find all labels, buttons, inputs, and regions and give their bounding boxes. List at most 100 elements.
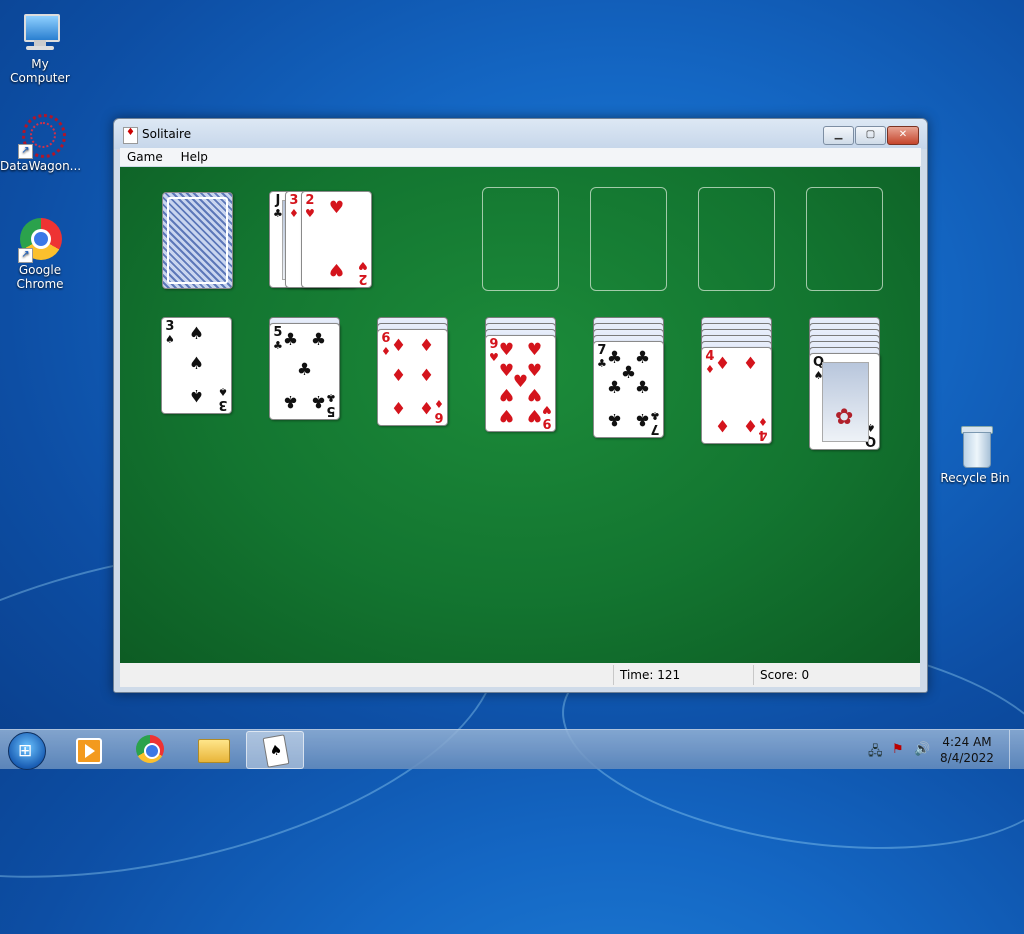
game-felt[interactable]: J♣J♣3♦3♦♦♦♦2♥2♥♥♥ 3♠3♠♠♠♠5♣5♣♣♣♣♣♣6♦6♦♦♦…: [120, 167, 920, 663]
desktop-icon-label: Google Chrome: [16, 263, 64, 291]
taskbar-app-file-explorer[interactable]: [184, 731, 240, 767]
desktop-icon-label: DataWagon...: [0, 159, 82, 173]
status-bar: Time: 121 Score: 0: [120, 663, 920, 687]
stock-pile[interactable]: [162, 192, 233, 289]
card-pip: ♥: [526, 405, 543, 425]
card-pip: ♦: [742, 354, 759, 374]
desktop-icon-my-computer[interactable]: My Computer: [0, 10, 80, 85]
card-pip: ♣: [282, 391, 299, 411]
card-corner-rank: 3 ♠: [165, 319, 175, 346]
card-pip: ♥: [328, 259, 345, 279]
title-bar[interactable]: Solitaire ▁ ▢ ✕: [114, 119, 927, 149]
card-corner-rank-inverted: 9 ♥: [542, 403, 552, 430]
waste-card[interactable]: 2 ♥ 2 ♥ ♥ ♥: [301, 191, 372, 288]
card-face-artwork: [822, 362, 869, 442]
tableau-top-card[interactable]: 5 ♣ 5 ♣ ♣ ♣ ♣ ♣ ♣: [269, 323, 340, 420]
datawagon-icon: ↗: [18, 112, 66, 159]
status-divider: [613, 665, 614, 685]
menu-help[interactable]: Help: [174, 148, 215, 166]
card-pip: ♣: [282, 330, 299, 350]
tableau-top-card[interactable]: 9 ♥ 9 ♥ ♥ ♥ ♥ ♥ ♥ ♥ ♥ ♥ ♥: [485, 335, 556, 432]
card-pip: ♥: [498, 405, 515, 425]
card-pip: ♥: [526, 384, 543, 404]
volume-icon[interactable]: 🔊: [914, 742, 930, 757]
card-pip: ♦: [714, 354, 731, 374]
card-pip: ♦: [418, 336, 435, 356]
card-corner-rank-inverted: 2 ♥: [358, 259, 368, 286]
chrome-icon: ↗: [18, 216, 62, 263]
menu-game[interactable]: Game: [120, 148, 170, 166]
solitaire-window[interactable]: Solitaire ▁ ▢ ✕ Game Help J♣J♣3♦3♦♦♦♦2♥2…: [113, 118, 928, 693]
tableau-top-card[interactable]: 6 ♦ 6 ♦ ♦ ♦ ♦ ♦ ♦ ♦: [377, 329, 448, 426]
taskbar: ⊞ ♠ 🖧 ⚑ 🔊 4:24 AM 8/4/2022: [0, 729, 1024, 770]
score-label: Score:: [760, 668, 798, 682]
status-divider: [753, 665, 754, 685]
action-center-flag-icon[interactable]: ⚑: [892, 742, 904, 757]
network-icon[interactable]: 🖧: [868, 742, 883, 764]
card-pip: ♦: [390, 366, 407, 386]
card-corner-rank-inverted: 3 ♠: [218, 385, 228, 412]
solitaire-app-icon: [123, 127, 138, 144]
card-pip: ♥: [526, 340, 543, 360]
desktop-icon-google-chrome[interactable]: ↗ Google Chrome: [0, 216, 80, 291]
foundation-slot[interactable]: [698, 187, 775, 291]
card-corner-rank-inverted: 6 ♦: [434, 397, 444, 424]
card-pip: ♠: [188, 354, 205, 374]
desktop-icon-datawagon[interactable]: ↗ DataWagon...: [0, 112, 82, 173]
card-pip: ♠: [188, 324, 205, 344]
card-pip: ♥: [498, 384, 515, 404]
windows-logo-icon: ⊞: [18, 741, 33, 761]
time-label: Time:: [620, 668, 654, 682]
status-time: Time: 121: [620, 668, 680, 682]
card-pip: ♣: [634, 378, 651, 398]
card-pip: ♦: [390, 397, 407, 417]
card-corner-rank-inverted: 5 ♣: [326, 391, 336, 418]
card-pip: ♦: [714, 415, 731, 435]
card-pip: ♣: [296, 360, 313, 380]
card-pip: ♣: [606, 378, 623, 398]
folder-icon: [198, 739, 230, 763]
computer-icon: [18, 10, 62, 54]
card-pip: ♦: [742, 415, 759, 435]
card-pip: ♣: [310, 391, 327, 411]
start-button[interactable]: ⊞: [8, 732, 46, 770]
desktop-icon-recycle-bin[interactable]: Recycle Bin: [935, 424, 1015, 485]
tableau-top-card[interactable]: 4 ♦ 4 ♦ ♦ ♦ ♦ ♦: [701, 347, 772, 444]
window-title: Solitaire: [142, 127, 192, 141]
card-pip: ♣: [310, 330, 327, 350]
card-pip: ♣: [634, 409, 651, 429]
maximize-button[interactable]: ▢: [855, 126, 886, 145]
card-pip: ♦: [390, 336, 407, 356]
card-corner-rank-inverted: 4 ♦: [758, 415, 768, 442]
minimize-button[interactable]: ▁: [823, 126, 854, 145]
recycle-bin-icon: [953, 424, 997, 468]
card-pip: ♥: [328, 198, 345, 218]
score-value: 0: [801, 668, 810, 682]
foundation-slot[interactable]: [806, 187, 883, 291]
close-button[interactable]: ✕: [887, 126, 919, 145]
card-pip: ♠: [188, 385, 205, 405]
menu-bar: Game Help: [120, 148, 921, 166]
desktop-icon-label: My Computer: [10, 57, 70, 85]
chrome-icon: [136, 735, 164, 763]
foundation-slot[interactable]: [482, 187, 559, 291]
system-clock[interactable]: 4:24 AM 8/4/2022: [937, 734, 997, 766]
card-corner-rank: 3 ♦: [289, 193, 299, 220]
taskbar-app-media-player[interactable]: [60, 731, 116, 767]
card-pip: ♣: [606, 409, 623, 429]
card-corner-rank: 2 ♥: [305, 193, 315, 220]
taskbar-app-solitaire[interactable]: ♠: [246, 731, 304, 769]
tableau-top-card[interactable]: Q ♠ Q ♠: [809, 353, 880, 450]
foundation-slot[interactable]: [590, 187, 667, 291]
card-corner-rank-inverted: 7 ♣: [650, 409, 660, 436]
clock-date: 8/4/2022: [940, 751, 994, 765]
media-player-icon: [76, 738, 102, 764]
card-pip: ♦: [418, 366, 435, 386]
tableau-top-card[interactable]: 3 ♠ 3 ♠ ♠ ♠ ♠: [161, 317, 232, 414]
show-desktop-button[interactable]: [1009, 730, 1024, 769]
time-value: 121: [657, 668, 681, 682]
card-pip: ♥: [498, 340, 515, 360]
tableau-top-card[interactable]: 7 ♣ 7 ♣ ♣ ♣ ♣ ♣ ♣ ♣ ♣: [593, 341, 664, 438]
taskbar-app-chrome[interactable]: [122, 731, 178, 767]
solitaire-icon: ♠: [262, 734, 290, 768]
